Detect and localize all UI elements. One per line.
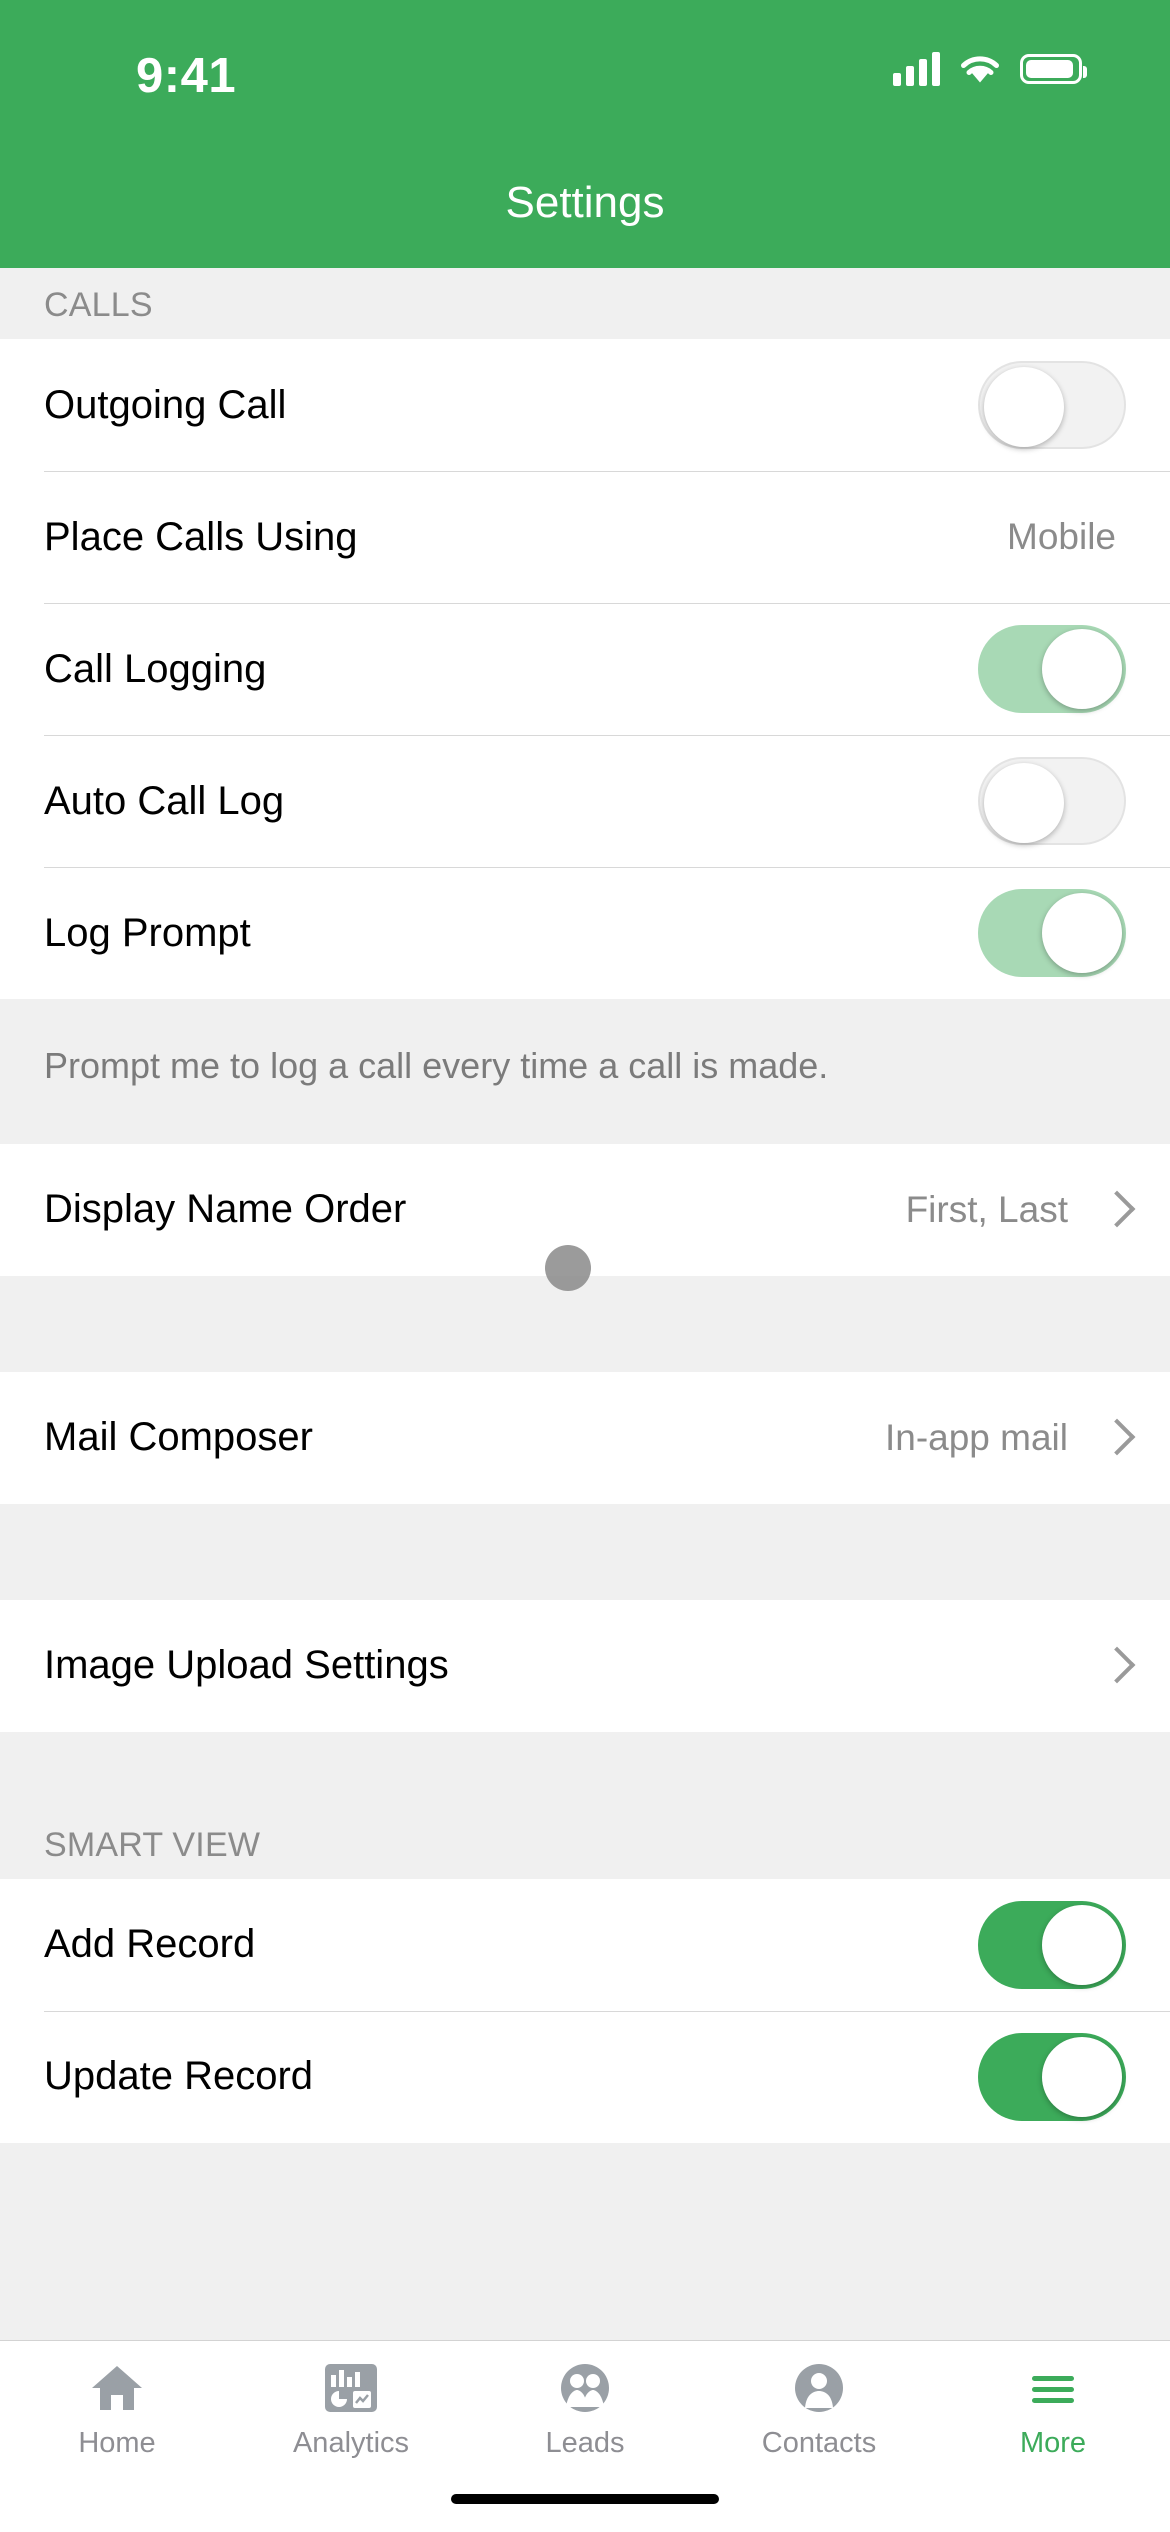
- row-label: Mail Composer: [44, 1415, 313, 1460]
- row-outgoing-call[interactable]: Outgoing Call: [0, 339, 1170, 471]
- toggle-call-logging[interactable]: [978, 625, 1126, 713]
- tab-label: Contacts: [761, 2427, 877, 2459]
- section-spacer: [0, 1731, 1170, 1808]
- row-value: First, Last: [905, 1188, 1068, 1230]
- chevron-right-icon: [1104, 1648, 1126, 1684]
- home-icon: [88, 2359, 146, 2417]
- toggle-knob: [1042, 629, 1122, 709]
- hamburger-icon: [1024, 2359, 1082, 2417]
- tab-label: More: [1019, 2427, 1087, 2459]
- section-calls: Outgoing Call Place Calls Using Mobile C…: [0, 339, 1170, 999]
- toggle-knob: [1042, 1904, 1122, 1985]
- section-mail-composer: Mail Composer In-app mail: [0, 1371, 1170, 1504]
- row-label: Auto Call Log: [44, 778, 285, 823]
- tab-label: Home: [78, 2427, 156, 2459]
- section-image-upload: Image Upload Settings: [0, 1599, 1170, 1732]
- settings-list: CALLS Outgoing Call Place Calls Using Mo…: [0, 268, 1170, 2143]
- tab-label: Analytics: [292, 2427, 410, 2459]
- chevron-right-icon: [1104, 1192, 1126, 1228]
- row-call-logging[interactable]: Call Logging: [0, 603, 1170, 735]
- row-place-calls-using[interactable]: Place Calls Using Mobile: [0, 471, 1170, 603]
- row-label: Log Prompt: [44, 910, 251, 955]
- row-label: Update Record: [44, 2054, 314, 2099]
- tab-more[interactable]: More: [936, 2359, 1170, 2460]
- toggle-knob: [984, 763, 1064, 843]
- toggle-outgoing-call[interactable]: [978, 361, 1126, 449]
- toggle-update-record[interactable]: [978, 2032, 1126, 2121]
- tab-contacts[interactable]: Contacts: [702, 2359, 936, 2460]
- row-label: Place Calls Using: [44, 514, 358, 559]
- toggle-auto-call-log[interactable]: [978, 757, 1126, 845]
- toggle-knob: [984, 367, 1064, 447]
- tab-home[interactable]: Home: [0, 2359, 234, 2460]
- leads-icon: [556, 2359, 614, 2417]
- contacts-icon: [790, 2359, 848, 2417]
- cellular-signal-icon: [893, 52, 940, 86]
- settings-screen: 9:41 Settings CALLS Outgoing Call Place …: [0, 0, 1170, 2532]
- row-add-record[interactable]: Add Record: [0, 1878, 1170, 2011]
- touch-indicator: [545, 1245, 591, 1291]
- chevron-right-icon: [1104, 1420, 1126, 1456]
- tab-leads[interactable]: Leads: [468, 2359, 702, 2460]
- row-auto-call-log[interactable]: Auto Call Log: [0, 735, 1170, 867]
- analytics-icon: [322, 2359, 380, 2417]
- page-title: Settings: [505, 178, 665, 227]
- row-label: Call Logging: [44, 646, 267, 691]
- row-value: Mobile: [1007, 516, 1116, 557]
- row-label: Image Upload Settings: [44, 1643, 449, 1688]
- toggle-add-record[interactable]: [978, 1900, 1126, 1989]
- row-value: In-app mail: [884, 1416, 1068, 1458]
- row-update-record[interactable]: Update Record: [0, 2010, 1170, 2143]
- row-mail-composer[interactable]: Mail Composer In-app mail: [0, 1371, 1170, 1504]
- section-header-calls: CALLS: [0, 268, 1170, 339]
- status-bar: 9:41: [0, 0, 1170, 140]
- section-smart-view: Add Record Update Record: [0, 1878, 1170, 2143]
- status-time: 9:41: [136, 49, 237, 103]
- toggle-knob: [1042, 893, 1122, 973]
- row-label: Display Name Order: [44, 1187, 407, 1232]
- status-indicators: [893, 52, 1087, 86]
- navigation-header: 9:41 Settings: [0, 0, 1170, 268]
- toggle-log-prompt[interactable]: [978, 889, 1126, 977]
- tab-analytics[interactable]: Analytics: [234, 2359, 468, 2460]
- section-header-smart-view: SMART VIEW: [0, 1807, 1170, 1879]
- row-label: Outgoing Call: [44, 382, 287, 427]
- section-spacer: [0, 1503, 1170, 1600]
- row-log-prompt[interactable]: Log Prompt: [0, 867, 1170, 999]
- wifi-icon: [958, 53, 1002, 85]
- battery-icon: [1020, 54, 1087, 84]
- tab-label: Leads: [545, 2427, 625, 2459]
- home-indicator: [451, 2494, 719, 2504]
- footnote-log-prompt: Prompt me to log a call every time a cal…: [0, 999, 1170, 1144]
- section-spacer: [0, 1275, 1170, 1372]
- row-label: Add Record: [44, 1922, 256, 1967]
- toggle-knob: [1042, 2036, 1122, 2117]
- row-image-upload-settings[interactable]: Image Upload Settings: [0, 1599, 1170, 1732]
